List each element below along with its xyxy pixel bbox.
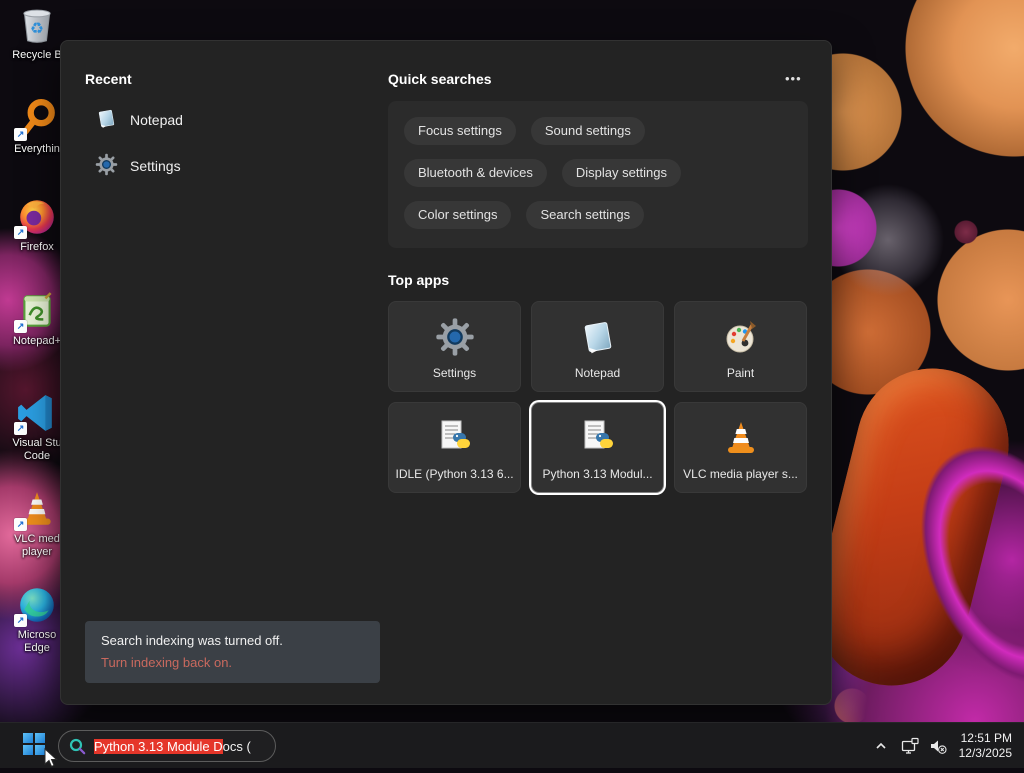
vscode-icon: ↗ (14, 392, 58, 435)
svg-text:♻: ♻ (30, 20, 44, 37)
shortcut-arrow-icon: ↗ (14, 614, 27, 627)
tray-chevron-up-icon[interactable] (872, 737, 890, 755)
quick-search-pill[interactable]: Search settings (526, 201, 645, 229)
quick-search-pill[interactable]: Sound settings (530, 117, 645, 145)
top-app-tile-paint[interactable]: Paint (674, 301, 807, 392)
search-flyout-panel: Recent Notepad Settings Quick searches •… (60, 40, 832, 705)
recent-item-label: Settings (130, 158, 181, 174)
notepad-icon (578, 317, 618, 357)
search-icon (69, 738, 86, 755)
quick-search-pill[interactable]: Display settings (561, 159, 681, 187)
top-apps-header: Top apps (388, 272, 450, 288)
tile-label: Paint (726, 366, 755, 380)
top-app-tile-python-module-docs[interactable]: Python 3.13 Modul... (531, 402, 664, 493)
recent-header: Recent (85, 71, 132, 87)
volume-muted-icon[interactable] (930, 737, 948, 755)
tile-label: Python 3.13 Modul... (542, 467, 653, 481)
search-query-text: Python 3.13 Module Docs ( (94, 738, 251, 754)
tile-label: IDLE (Python 3.13 6... (395, 467, 514, 481)
quick-search-pill[interactable]: Color settings (404, 201, 512, 229)
shortcut-arrow-icon: ↗ (14, 128, 27, 141)
quick-searches-box: Focus settings Sound settings Bluetooth … (388, 101, 808, 248)
top-apps-grid: Settings Notepad Paint IDLE (Python 3.13… (388, 301, 818, 493)
top-app-tile-settings[interactable]: Settings (388, 301, 521, 392)
search-query-rest-text: ocs ( (222, 738, 251, 754)
taskbar: Python 3.13 Module Docs (12:51 PM 12/3/… (0, 722, 1024, 768)
vlc-icon: ↗ (14, 488, 58, 531)
settings-gear-icon (435, 317, 475, 357)
mouse-cursor (44, 747, 58, 773)
tile-label: Notepad (574, 366, 621, 380)
quick-search-pill[interactable]: Bluetooth & devices (404, 159, 547, 187)
shortcut-arrow-icon: ↗ (14, 518, 27, 531)
everything-search-icon: ↗ (14, 98, 58, 141)
top-app-tile-idle-python[interactable]: IDLE (Python 3.13 6... (388, 402, 521, 493)
turn-indexing-on-link[interactable]: Turn indexing back on. (101, 655, 364, 670)
notepad-plus-plus-icon: ↗ (14, 290, 58, 333)
windows-logo-icon (23, 732, 45, 760)
clock-time: 12:51 PM (960, 731, 1012, 745)
recycle-bin-icon: ♻ (16, 4, 58, 46)
quick-searches-header: Quick searches (388, 71, 492, 87)
taskbar-clock[interactable]: 12:51 PM 12/3/2025 (959, 731, 1012, 761)
settings-gear-icon (95, 153, 118, 179)
tile-label: VLC media player s... (683, 467, 798, 481)
python-file-icon (435, 418, 475, 458)
notification-message: Search indexing was turned off. (101, 633, 283, 648)
tile-label: Settings (432, 366, 477, 380)
shortcut-arrow-icon: ↗ (14, 320, 27, 333)
recent-item-label: Notepad (130, 112, 183, 128)
notepad-icon (95, 107, 118, 133)
vlc-icon (721, 418, 761, 458)
recent-item-notepad[interactable]: Notepad (95, 107, 183, 133)
network-ethernet-icon[interactable] (901, 737, 919, 755)
python-file-icon (578, 418, 618, 458)
more-options-button[interactable]: ••• (779, 69, 808, 88)
search-indexing-notification: Search indexing was turned off. Turn ind… (85, 621, 380, 683)
recent-item-settings[interactable]: Settings (95, 153, 181, 179)
shortcut-arrow-icon: ↗ (14, 422, 27, 435)
quick-search-pill[interactable]: Focus settings (404, 117, 516, 145)
search-query-selected-text: Python 3.13 Module D (94, 738, 223, 754)
paint-icon (721, 317, 761, 357)
shortcut-arrow-icon: ↗ (14, 226, 27, 239)
top-app-tile-vlc[interactable]: VLC media player s... (674, 402, 807, 493)
system-tray: 12:51 PM 12/3/2025 (872, 723, 1012, 769)
edge-icon: ↗ (14, 584, 58, 627)
taskbar-search-input[interactable]: Python 3.13 Module Docs ( (58, 730, 276, 762)
firefox-icon: ↗ (14, 196, 58, 239)
top-app-tile-notepad[interactable]: Notepad (531, 301, 664, 392)
clock-date: 12/3/2025 (958, 746, 1012, 760)
